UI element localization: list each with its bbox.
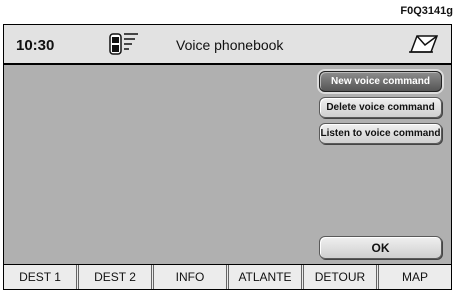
new-voice-command-button[interactable]: New voice command: [319, 71, 442, 92]
message-envelope-icon[interactable]: [407, 32, 441, 56]
clock-time: 10:30: [16, 37, 55, 54]
screen-title: Voice phonebook: [176, 37, 284, 53]
voice-command-menu: New voice command Delete voice command L…: [319, 71, 442, 149]
nav-screen: 10:30 Voice phonebook New voice command …: [3, 24, 452, 290]
tab-map[interactable]: MAP: [376, 265, 451, 289]
figure-code: F0Q3141g: [400, 5, 453, 17]
tab-info[interactable]: INFO: [151, 265, 226, 289]
tab-dest-2[interactable]: DEST 2: [76, 265, 151, 289]
listen-voice-command-button[interactable]: Listen to voice command: [319, 123, 442, 144]
tab-atlante[interactable]: ATLANTE: [226, 265, 301, 289]
phone-signal-icon: [109, 33, 138, 55]
ok-button[interactable]: OK: [319, 236, 442, 259]
tab-dest-1[interactable]: DEST 1: [4, 265, 76, 289]
status-bar: 10:30 Voice phonebook: [4, 25, 451, 65]
bottom-tab-bar: DEST 1 DEST 2 INFO ATLANTE DETOUR MAP: [4, 264, 451, 289]
delete-voice-command-button[interactable]: Delete voice command: [319, 97, 442, 118]
tab-detour[interactable]: DETOUR: [301, 265, 376, 289]
